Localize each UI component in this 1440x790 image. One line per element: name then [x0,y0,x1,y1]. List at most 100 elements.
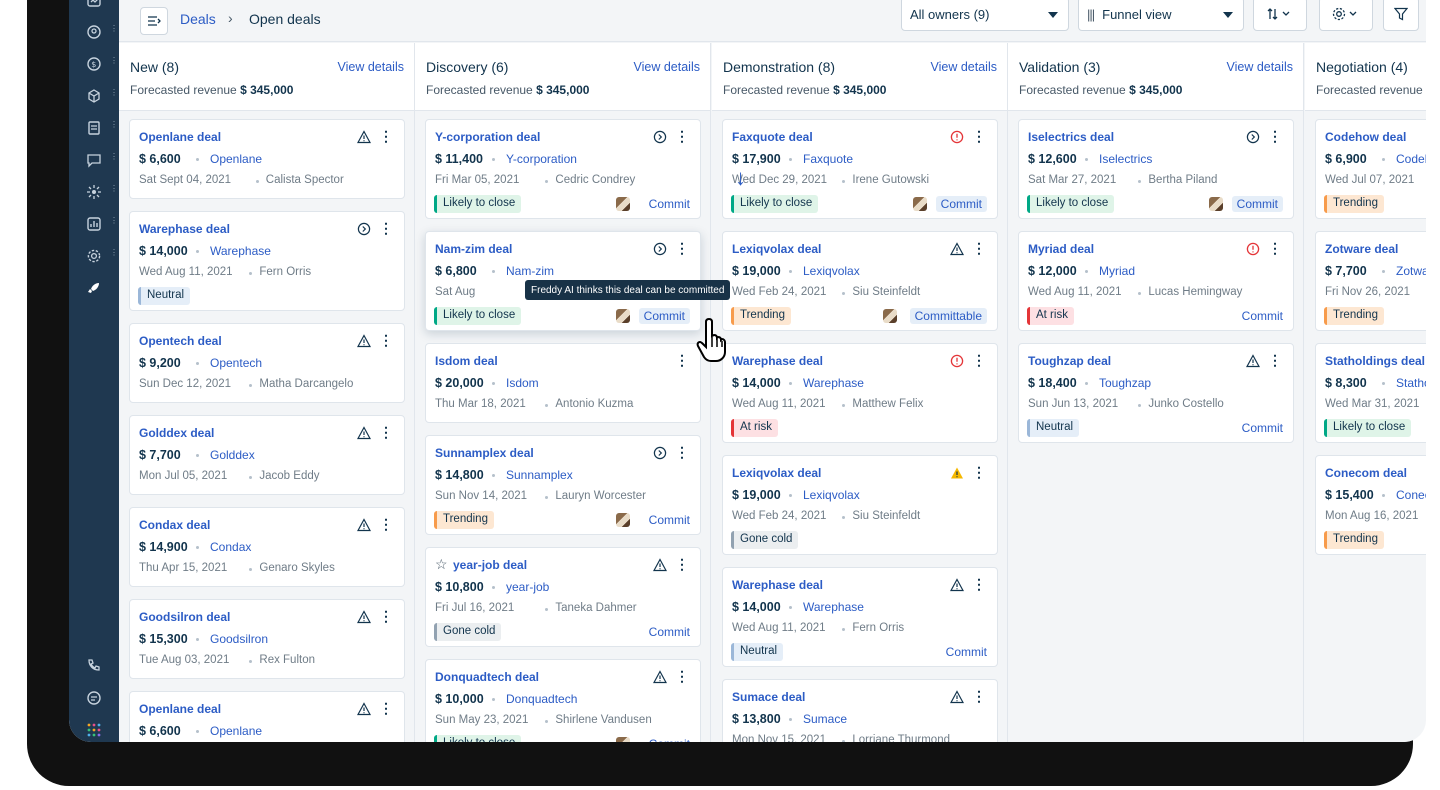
more-options-icon[interactable]: ⋮ [675,351,689,369]
deal-name-link[interactable]: Opentech deal [139,334,222,348]
deal-card[interactable]: Golddex deal $ 7,700 Golddex Mon Jul 05, 20… [129,415,405,495]
account-link[interactable]: Condax [210,540,251,554]
deal-card[interactable]: Lexiqvolax deal $ 19,000 Lexiqvolax Wed Feb… [722,455,998,555]
warning-icon[interactable] [652,669,668,685]
deal-name-link[interactable]: Golddex deal [139,426,214,440]
deal-card[interactable]: Myriad deal $ 12,000 Myriad Wed Aug 11, 202… [1018,231,1294,331]
more-options-icon[interactable]: ⋮ [379,607,393,625]
deal-name-link[interactable]: Nam-zim deal [435,242,512,256]
account-link[interactable]: Nam-zim [506,264,554,278]
deal-card[interactable]: Zotware deal $ 7,700 Zotware Fri Nov 26, 20… [1315,231,1426,331]
more-options-icon[interactable]: ⋮ [675,555,689,573]
rocket-icon[interactable] [82,276,106,300]
deal-name-link[interactable]: Zotware deal [1325,242,1398,256]
products-cube-icon[interactable] [82,84,106,108]
deal-card[interactable]: Faxquote deal $ 17,900 Faxquote Wed Dec 29,… [722,119,998,219]
more-options-icon[interactable]: ⋮ [379,699,393,717]
deal-name-link[interactable]: Myriad deal [1028,242,1094,256]
deal-name-link[interactable]: Isdom deal [435,354,498,368]
more-options-icon[interactable]: ⋮ [972,239,986,257]
deal-name-link[interactable]: year-job deal [453,558,527,572]
account-link[interactable]: year-job [506,580,549,594]
apps-grid-icon[interactable] [82,718,106,742]
account-link[interactable]: Lexiqvolax [803,488,860,502]
message-icon[interactable] [82,686,106,710]
more-options-icon[interactable]: ⋮ [379,515,393,533]
deal-name-link[interactable]: Lexiqvolax deal [732,466,821,480]
warning-icon[interactable] [356,609,372,625]
warning-icon[interactable] [356,425,372,441]
account-link[interactable]: Y-corporation [506,152,577,166]
more-options-icon[interactable]: ⋮ [379,127,393,145]
view-details-link[interactable]: View details [1227,60,1293,74]
view-select[interactable]: ||| Funnel view [1078,0,1244,31]
deal-card[interactable]: Sumace deal $ 13,800 Sumace Mon Nov 15, 202… [722,679,998,742]
deal-card[interactable]: Openlane deal $ 6,600 Openlane ⋮ [129,691,405,742]
deal-name-link[interactable]: Iselectrics deal [1028,130,1114,144]
warning-icon[interactable] [949,465,965,481]
deal-card[interactable]: Sunnamplex deal $ 14,800 Sunnamplex Sun Nov… [425,435,701,535]
more-options-icon[interactable]: ⋮ [675,443,689,461]
deal-name-link[interactable]: Openlane deal [139,130,221,144]
arrow-circle-icon[interactable] [652,445,668,461]
deal-card[interactable]: Toughzap deal $ 18,400 Toughzap Sun Jun 13,… [1018,343,1294,443]
commit-button[interactable]: Commit [1242,309,1283,323]
commit-button[interactable]: Commit [1231,196,1283,212]
deal-name-link[interactable]: Openlane deal [139,702,221,716]
settings-gear-icon[interactable] [82,244,106,268]
alert-icon[interactable] [949,129,965,145]
account-link[interactable]: Warephase [210,244,271,258]
deal-card[interactable]: Conecom deal $ 15,400 Conecom Mon Aug 16, 2… [1315,455,1426,555]
more-options-icon[interactable]: ⋮ [972,127,986,145]
view-details-link[interactable]: View details [634,60,700,74]
deal-name-link[interactable]: Lexiqvolax deal [732,242,821,256]
account-link[interactable]: Iselectrics [1099,152,1152,166]
chat-icon[interactable] [82,148,106,172]
reports-icon[interactable] [82,212,106,236]
deal-card[interactable]: Statholdings deal $ 8,300 Statholdings Wed … [1315,343,1426,443]
account-link[interactable]: Goodsilron [210,632,268,646]
account-link[interactable]: Lexiqvolax [803,264,860,278]
commit-button[interactable]: Commit [649,197,690,211]
deal-card[interactable]: Lexiqvolax deal $ 19,000 Lexiqvolax Wed Feb… [722,231,998,331]
deal-name-link[interactable]: Codehow deal [1325,130,1406,144]
account-link[interactable]: Golddex [210,448,255,462]
deal-card[interactable]: Y-corporation deal $ 11,400 Y-corporation F… [425,119,701,219]
alert-icon[interactable] [949,353,965,369]
view-details-link[interactable]: View details [931,60,997,74]
warning-icon[interactable] [356,129,372,145]
phone-icon[interactable] [82,654,106,678]
account-link[interactable]: Openlane [210,152,262,166]
alert-icon[interactable] [1245,241,1261,257]
deal-name-link[interactable]: Goodsilron deal [139,610,230,624]
deal-name-link[interactable]: Y-corporation deal [435,130,540,144]
view-details-link[interactable]: View details [338,60,404,74]
more-options-icon[interactable]: ⋮ [675,127,689,145]
deal-card[interactable]: Condax deal $ 14,900 Condax Thu Apr 15, 202… [129,507,405,587]
arrow-circle-icon[interactable] [356,221,372,237]
more-options-icon[interactable]: ⋮ [675,667,689,685]
account-link[interactable]: Warephase [803,376,864,390]
commit-button[interactable]: Commit [1242,421,1283,435]
settings-button[interactable] [1319,0,1373,31]
deal-name-link[interactable]: Faxquote deal [732,130,813,144]
more-options-icon[interactable]: ⋮ [1268,127,1282,145]
more-options-icon[interactable]: ⋮ [379,423,393,441]
account-link[interactable]: Codehow [1396,152,1426,166]
account-link[interactable]: Zotware [1396,264,1426,278]
more-options-icon[interactable]: ⋮ [379,219,393,237]
deal-card[interactable]: Iselectrics deal $ 12,600 Iselectrics Sat M… [1018,119,1294,219]
commit-button[interactable]: Commit [638,308,690,324]
account-link[interactable]: Openlane [210,724,262,738]
account-link[interactable]: Toughzap [1099,376,1151,390]
warning-icon[interactable] [652,557,668,573]
warning-icon[interactable] [1245,353,1261,369]
deal-name-link[interactable]: Warephase deal [732,578,823,592]
more-options-icon[interactable]: ⋮ [1268,239,1282,257]
account-link[interactable]: Donquadtech [506,692,577,706]
warning-icon[interactable] [356,517,372,533]
more-options-icon[interactable]: ⋮ [972,687,986,705]
deal-name-link[interactable]: Toughzap deal [1028,354,1111,368]
commit-button[interactable]: Commit [935,196,987,212]
deal-name-link[interactable]: Donquadtech deal [435,670,539,684]
